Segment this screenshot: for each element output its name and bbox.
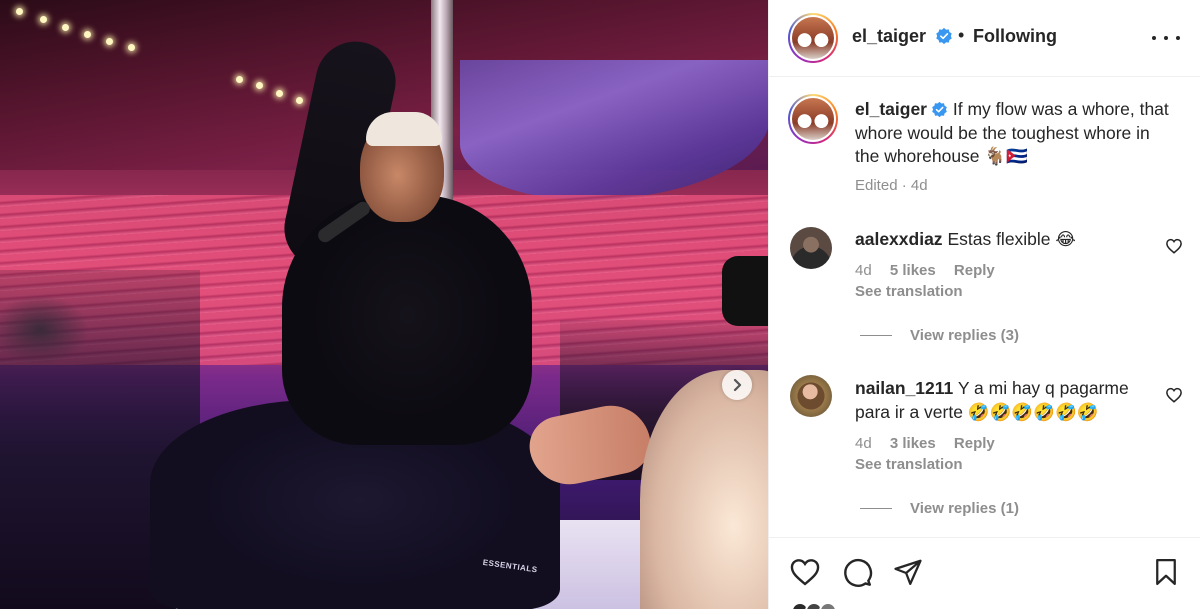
caption-text: el_taiger If my flow was a whore, that w… [855,98,1175,169]
chevron-right-icon [733,378,742,392]
reply-button[interactable]: Reply [954,435,995,452]
like-button[interactable] [788,555,822,589]
photo-camera [722,256,768,326]
comment-button[interactable] [840,555,874,589]
view-replies-button[interactable]: View replies (1) [860,500,1019,517]
see-translation-button[interactable]: See translation [855,456,963,473]
share-icon [894,559,922,585]
comment-time: 4d [855,262,872,279]
view-replies-label: View replies (1) [910,500,1019,517]
comment-meta: 4d 3 likes Reply [855,435,1009,452]
reply-button[interactable]: Reply [954,262,995,279]
heart-icon[interactable] [1165,237,1183,255]
view-replies-label: View replies (3) [910,327,1019,344]
post-header: el_taiger • Following [769,0,1200,77]
action-bar [769,537,1200,609]
caption-avatar[interactable] [788,94,838,144]
view-replies-button[interactable]: View replies (3) [860,327,1019,344]
caption-username[interactable]: el_taiger [855,99,927,119]
comment-text: aalexxdiaz Estas flexible 😂 [855,228,1155,252]
verified-badge-icon [932,101,947,118]
following-button[interactable]: Following [973,26,1057,47]
photo-drape [460,60,768,200]
verified-badge-icon [935,27,952,45]
next-photo-button[interactable] [722,370,752,400]
caption-meta: Edited · 4d [855,177,928,194]
heart-icon[interactable] [1165,386,1183,404]
header-separator: • [958,25,965,45]
share-button[interactable] [891,555,925,589]
comment-likes[interactable]: 3 likes [890,435,936,452]
comment-meta: 4d 5 likes Reply [855,262,1009,279]
comment-icon [844,558,873,587]
liker-avatars[interactable] [791,602,851,609]
replies-divider [860,508,892,509]
bookmark-icon [1156,559,1176,585]
commenter-username[interactable]: nailan_1211 [855,378,953,398]
author-username-group[interactable]: el_taiger [852,26,953,47]
commenter-avatar[interactable] [790,227,832,269]
comment-time: 4d [855,435,872,452]
save-button[interactable] [1149,555,1183,589]
comment-text: nailan_1211 Y a mi hay q pagarme para ir… [855,377,1155,424]
author-avatar[interactable] [788,13,838,63]
see-translation-button[interactable]: See translation [855,283,963,300]
heart-icon [790,559,820,586]
photo-performer-hair [366,112,442,146]
comment-likes[interactable]: 5 likes [890,262,936,279]
commenter-avatar[interactable] [790,375,832,417]
more-options-icon[interactable] [1152,26,1180,50]
photo-string-lights [0,0,330,110]
post-side-panel: el_taiger • Following el_taiger If my fl… [768,0,1200,609]
comment-body: Estas flexible 😂 [947,229,1076,249]
commenter-username[interactable]: aalexxdiaz [855,229,943,249]
author-username[interactable]: el_taiger [852,26,926,46]
post-photo[interactable]: ESSENTIALS [0,0,768,609]
replies-divider [860,335,892,336]
